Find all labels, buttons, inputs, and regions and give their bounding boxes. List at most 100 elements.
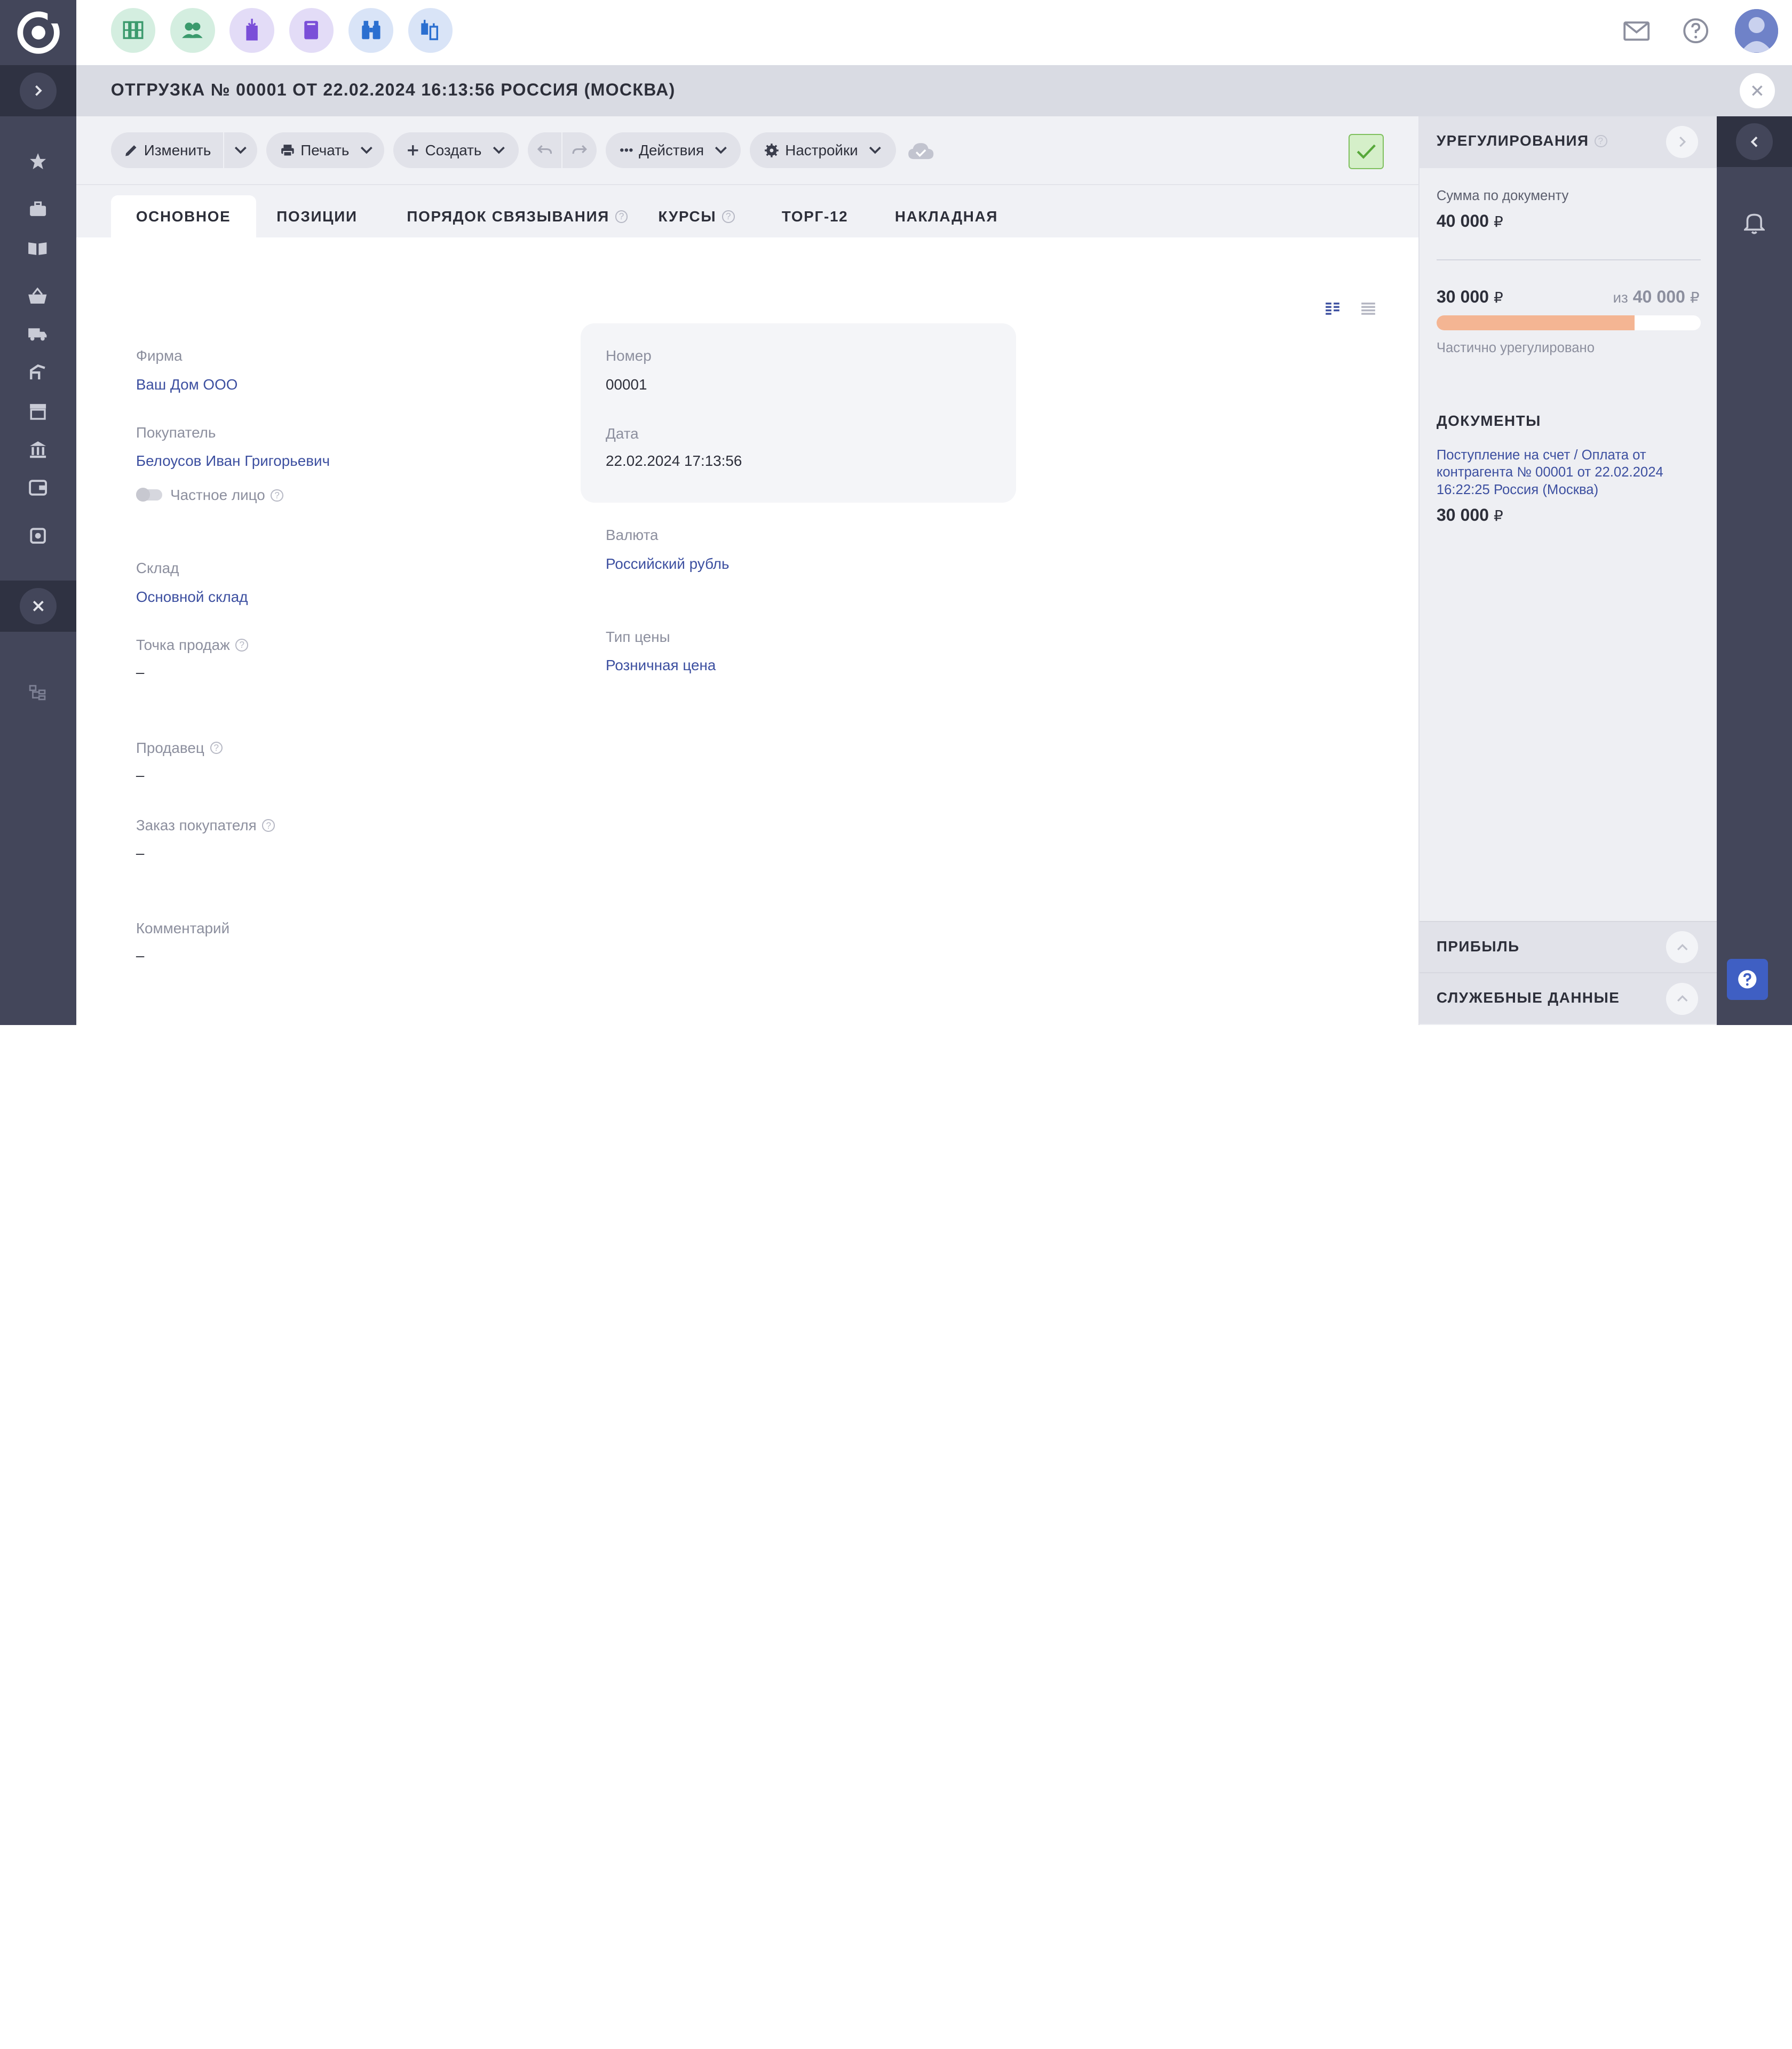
store-icon[interactable] (23, 396, 53, 426)
service-data-toggle-button[interactable] (1666, 982, 1699, 1015)
production-crane-icon[interactable] (23, 358, 53, 387)
warehouse-link[interactable]: Основной склад (136, 589, 248, 606)
pencil-icon (124, 142, 138, 158)
firm-label: Фирма (136, 347, 183, 364)
point-of-sale-text: Точка продаж (136, 636, 230, 653)
close-icon (20, 587, 57, 625)
profit-toggle-button[interactable] (1666, 931, 1699, 964)
print-button[interactable]: Печать (266, 132, 384, 168)
tab-linking-order[interactable]: ПОРЯДОК СВЯЗЫВАНИЯ? (382, 195, 653, 237)
tab-positions[interactable]: ПОЗИЦИИ (251, 195, 383, 237)
warehouse-icon[interactable] (110, 7, 156, 53)
user-icon (1734, 9, 1779, 53)
price-type-label: Тип цены (606, 628, 670, 645)
tab-rates[interactable]: КУРСЫ? (633, 195, 759, 237)
tab-label: НАКЛАДНАЯ (894, 208, 998, 225)
help-icon: ? (262, 819, 275, 832)
help-icon: ? (722, 210, 735, 223)
settlements-open-button[interactable] (1666, 125, 1699, 158)
cloud-sync-icon[interactable] (906, 139, 936, 162)
tab-torg12[interactable]: ТОРГ-12 (757, 195, 874, 237)
help-icon: ? (1595, 134, 1607, 148)
redo-icon (572, 145, 587, 154)
tab-label: ПОРЯДОК СВЯЗЫВАНИЯ (407, 208, 610, 225)
chevron-right-icon (1679, 136, 1686, 147)
sidebar-close-button[interactable] (0, 580, 77, 632)
list-view-icon[interactable] (1360, 301, 1376, 315)
firm-link[interactable]: Ваш Дом ООО (136, 376, 238, 393)
hierarchy-icon[interactable] (23, 678, 53, 708)
edit-button[interactable]: Изменить (110, 132, 223, 168)
transfer-icon[interactable] (408, 7, 453, 53)
currency-link[interactable]: Российский рубль (606, 555, 729, 573)
notifications-bell-icon[interactable] (1740, 208, 1770, 238)
settled-amount: 30 000 (1436, 287, 1489, 306)
private-person-toggle[interactable] (136, 488, 163, 502)
close-document-button[interactable] (1739, 73, 1775, 109)
tab-label: КУРСЫ (658, 208, 717, 225)
basket-icon[interactable] (23, 281, 53, 311)
edit-dropdown-button[interactable] (224, 132, 257, 168)
left-sidebar (0, 0, 77, 1025)
page: ОТГРУЗКА № 00001 ОТ 22.02.2024 16:13:56 … (0, 0, 1792, 1025)
wallet-icon[interactable] (23, 473, 53, 503)
book-icon[interactable] (289, 7, 334, 53)
payment-document-link[interactable]: Поступление на счет / Оплата от контраге… (1437, 447, 1694, 498)
sidebar-expand-button[interactable] (0, 65, 77, 117)
profit-title: ПРИБЫЛЬ (1436, 938, 1520, 955)
question-icon (1738, 970, 1757, 989)
save-confirm-button[interactable] (1349, 133, 1384, 169)
truck-icon[interactable] (23, 319, 53, 349)
documents-title: ДОКУМЕНТЫ (1436, 412, 1541, 430)
column-view-icon[interactable] (1325, 301, 1341, 315)
collapse-panel-button[interactable] (1716, 116, 1792, 167)
service-data-title: СЛУЖЕБНЫЕ ДАННЫЕ (1436, 989, 1620, 1006)
contacts-icon[interactable] (170, 7, 215, 53)
settlements-panel: УРЕГУЛИРОВАНИЯ? Сумма по документу 40 00… (1418, 116, 1718, 1025)
create-button[interactable]: Создать (393, 132, 519, 168)
user-avatar[interactable] (1734, 9, 1779, 53)
briefcase-icon[interactable] (23, 194, 53, 224)
tab-invoice[interactable]: НАКЛАДНАЯ (870, 195, 1024, 237)
mail-icon[interactable] (1620, 11, 1654, 50)
logo[interactable] (0, 0, 77, 66)
customer-order-label: Заказ покупателя? (136, 817, 275, 834)
number-label: Номер (606, 347, 652, 364)
help-icon: ? (271, 489, 283, 502)
settlements-header: УРЕГУЛИРОВАНИЯ? (1419, 116, 1718, 168)
private-person-text: Частное лицо (170, 487, 265, 504)
buyer-link[interactable]: Белоусов Иван Григорьевич (136, 452, 330, 470)
undo-icon (537, 145, 552, 154)
ruble-sign: ₽ (1690, 289, 1700, 306)
date-label: Дата (606, 425, 639, 442)
point-of-sale-label: Точка продаж? (136, 636, 249, 654)
help-circle-icon[interactable] (1679, 11, 1713, 50)
toolbar: Изменить Печать Создать Действия Настрой… (76, 116, 1418, 185)
customer-order-text: Заказ покупателя (136, 817, 257, 834)
customer-order-value: – (136, 844, 145, 861)
redo-button[interactable] (562, 132, 597, 168)
price-type-link[interactable]: Розничная цена (606, 657, 716, 674)
bank-icon[interactable] (23, 434, 53, 464)
service-data-section-header[interactable]: СЛУЖЕБНЫЕ ДАННЫЕ (1419, 972, 1718, 1024)
document-title-bar: ОТГРУЗКА № 00001 ОТ 22.02.2024 16:13:56 … (76, 65, 1792, 117)
finance-document-icon[interactable] (229, 7, 274, 53)
settings-gear-icon[interactable] (23, 521, 53, 551)
binoculars-icon[interactable] (348, 7, 393, 53)
tab-main[interactable]: ОСНОВНОЕ (110, 195, 256, 238)
chevron-down-icon (234, 146, 247, 154)
help-chat-button[interactable] (1726, 958, 1769, 1000)
favorites-star-icon[interactable] (23, 146, 53, 176)
total-of-value: из 40 000 ₽ (1613, 287, 1699, 307)
date-value: 22.02.2024 17:13:56 (606, 452, 742, 470)
settings-button[interactable]: Настройки (749, 132, 896, 168)
book-open-icon[interactable] (23, 233, 53, 263)
document-amount-value: 30 000 (1436, 505, 1489, 525)
chevron-down-icon (714, 144, 728, 157)
currency-label: Валюта (606, 527, 659, 544)
actions-button[interactable]: Действия (606, 132, 741, 168)
undo-button[interactable] (528, 132, 561, 168)
ruble-sign: ₽ (1493, 213, 1503, 231)
profit-section-header[interactable]: ПРИБЫЛЬ (1419, 921, 1718, 973)
top-bar (76, 0, 1792, 66)
